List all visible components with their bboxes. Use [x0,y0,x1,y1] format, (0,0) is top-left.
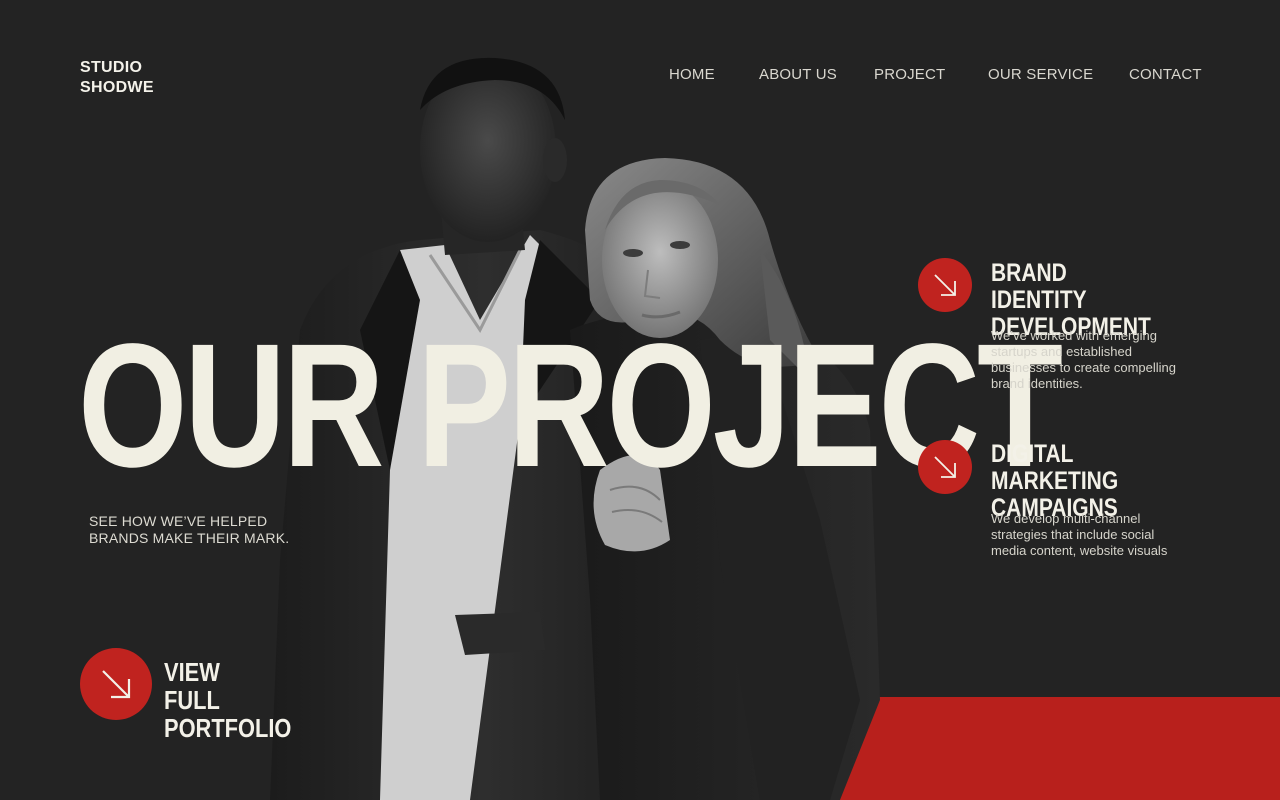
hero-subtitle: SEE HOW WE’VE HELPED BRANDS MAKE THEIR M… [89,513,329,547]
arrow-down-right-icon [934,456,956,478]
hero-subtitle-line-2: BRANDS MAKE THEIR MARK. [89,530,290,546]
nav-our-service[interactable]: OUR SERVICE [988,66,1093,83]
view-portfolio-label[interactable]: VIEW FULL PORTFOLIO [164,657,292,743]
main-nav: HOME ABOUT US PROJECT OUR SERVICE CONTAC… [0,66,1280,88]
service-title-line-1: DIGITAL MARKETING [991,440,1119,495]
arrow-down-right-icon [934,274,956,296]
nav-project[interactable]: PROJECT [874,66,945,83]
hero-title: OUR PROJECT [78,308,1063,504]
nav-home[interactable]: HOME [669,66,715,83]
service-digital-marketing-button[interactable] [918,440,972,494]
view-portfolio-button[interactable] [80,648,152,720]
nav-contact[interactable]: CONTACT [1129,66,1202,83]
service-brand-identity-description: We’ve worked with emerging startups and … [991,328,1176,391]
service-digital-marketing-description: We develop multi-channel strategies that… [991,511,1168,558]
hero-subtitle-line-1: SEE HOW WE’VE HELPED [89,513,268,529]
arrow-down-right-icon [102,670,131,699]
service-brand-identity-button[interactable] [918,258,972,312]
service-title-line-1: BRAND IDENTITY [991,259,1087,314]
landing-page: STUDIO SHODWE HOME ABOUT US PROJECT OUR … [0,0,1280,800]
cta-line-2: PORTFOLIO [164,713,292,743]
nav-about-us[interactable]: ABOUT US [759,66,837,83]
cta-line-1: VIEW FULL [164,657,220,715]
service-digital-marketing-title: DIGITAL MARKETING CAMPAIGNS [991,441,1159,522]
